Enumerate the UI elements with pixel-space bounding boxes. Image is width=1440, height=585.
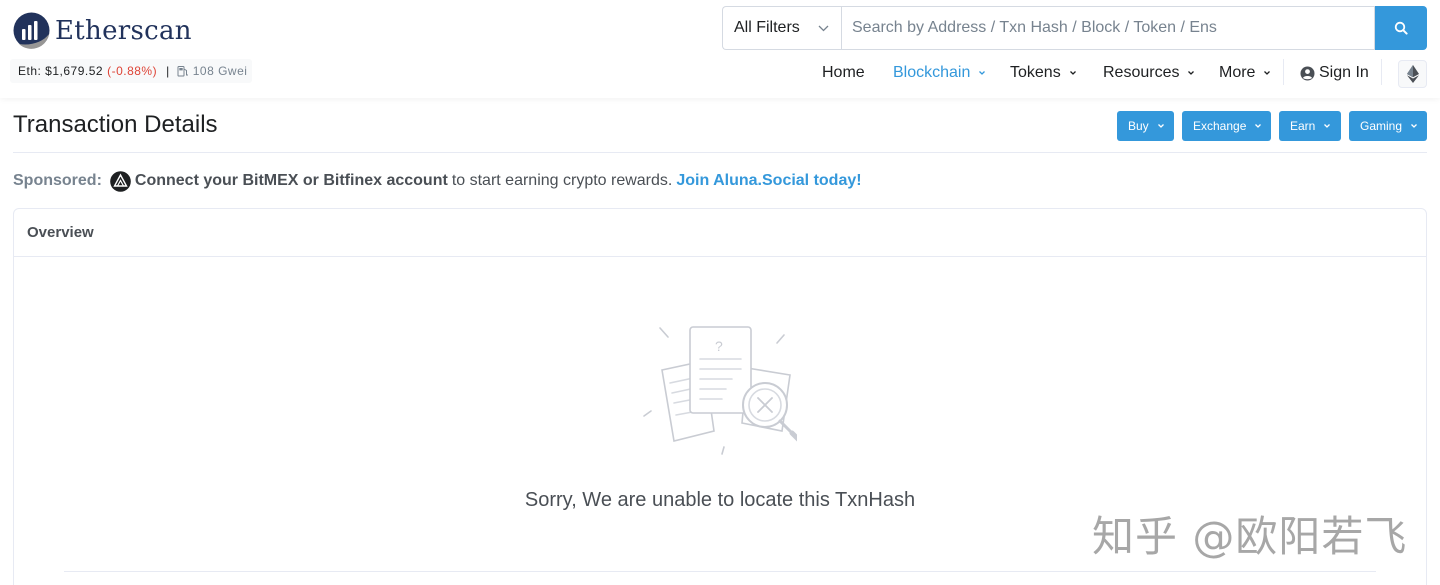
search-input[interactable] xyxy=(841,6,1375,50)
nav-resources[interactable]: Resources xyxy=(1103,57,1195,89)
nav-blockchain[interactable]: Blockchain xyxy=(893,57,986,89)
sponsored-link[interactable]: Join Aluna.Social today! xyxy=(676,172,861,190)
not-found-illustration: ? xyxy=(643,326,797,455)
nav-home-label: Home xyxy=(822,64,865,81)
card-divider xyxy=(64,571,1376,572)
sponsored-text: to start earning crypto rewards. xyxy=(451,172,673,189)
etherscan-logo[interactable]: Etherscan xyxy=(13,12,192,49)
user-circle-icon xyxy=(1300,66,1315,80)
filter-select[interactable]: All Filters xyxy=(722,6,841,50)
filter-select-label: All Filters xyxy=(734,19,800,36)
earn-button[interactable]: Earn xyxy=(1279,111,1341,141)
nav-more[interactable]: More xyxy=(1219,57,1271,89)
chevron-down-icon xyxy=(1264,71,1271,75)
nav-sign-in[interactable]: Sign In xyxy=(1300,57,1369,89)
overview-card-header: Overview xyxy=(14,209,1426,257)
nav-divider xyxy=(1381,59,1382,85)
search-bar: All Filters xyxy=(722,6,1427,50)
ethereum-icon xyxy=(1406,65,1419,83)
chevron-down-icon xyxy=(818,25,829,31)
chevron-down-icon xyxy=(1069,71,1076,75)
nav-resources-label: Resources xyxy=(1103,64,1180,81)
search-icon xyxy=(1394,21,1408,35)
nav-blockchain-label: Blockchain xyxy=(893,64,971,81)
buy-button-label: Buy xyxy=(1128,119,1149,133)
title-divider xyxy=(13,152,1427,153)
gaming-button-label: Gaming xyxy=(1360,119,1403,133)
nav-tokens-label: Tokens xyxy=(1010,64,1061,81)
page-title: Transaction Details xyxy=(13,111,218,138)
overview-tab[interactable]: Overview xyxy=(27,224,94,241)
nav-tokens[interactable]: Tokens xyxy=(1010,57,1077,89)
chevron-down-icon xyxy=(1157,124,1164,128)
gaming-button[interactable]: Gaming xyxy=(1349,111,1427,141)
network-toggle-button[interactable] xyxy=(1398,60,1427,88)
exchange-button-label: Exchange xyxy=(1193,119,1247,133)
chevron-down-icon xyxy=(1411,124,1417,128)
aluna-logo-icon xyxy=(110,170,131,192)
watermark: 知乎 @欧阳若飞 xyxy=(1092,512,1408,561)
main-nav: Home Blockchain Tokens Resources More Si… xyxy=(0,57,1440,89)
chevron-down-icon xyxy=(979,71,986,75)
exchange-button[interactable]: Exchange xyxy=(1182,111,1271,141)
site-header: Etherscan Eth: $1,679.52 (-0.88%) | 108 … xyxy=(0,0,1440,98)
search-button[interactable] xyxy=(1375,6,1427,50)
sponsored-headline[interactable]: Connect your BitMEX or Bitfinex account xyxy=(135,172,448,190)
nav-sign-in-label: Sign In xyxy=(1319,64,1369,81)
brand-name: Etherscan xyxy=(55,15,192,46)
etherscan-logo-icon xyxy=(13,12,50,49)
sponsored-label: Sponsored: xyxy=(13,172,102,189)
chevron-down-icon xyxy=(1255,124,1262,128)
nav-more-label: More xyxy=(1219,64,1256,81)
buy-button[interactable]: Buy xyxy=(1117,111,1174,141)
nav-home[interactable]: Home xyxy=(822,57,865,89)
chevron-down-icon xyxy=(1324,124,1331,128)
earn-button-label: Earn xyxy=(1290,119,1316,133)
chevron-down-icon xyxy=(1188,71,1195,75)
sponsored-banner: Sponsored: Connect your BitMEX or Bitfin… xyxy=(13,170,862,192)
svg-text:?: ? xyxy=(715,338,723,354)
nav-divider xyxy=(1283,59,1284,85)
